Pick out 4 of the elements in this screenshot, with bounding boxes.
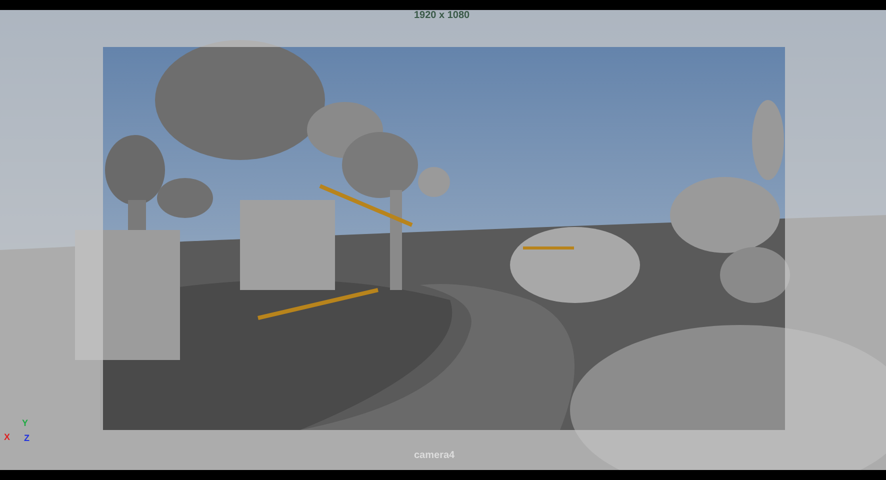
axis-label: X	[4, 432, 10, 442]
axis-label: Y	[22, 418, 28, 428]
resolution-label: 1920 x 1080	[414, 10, 470, 21]
axis-label: Z	[24, 433, 30, 443]
